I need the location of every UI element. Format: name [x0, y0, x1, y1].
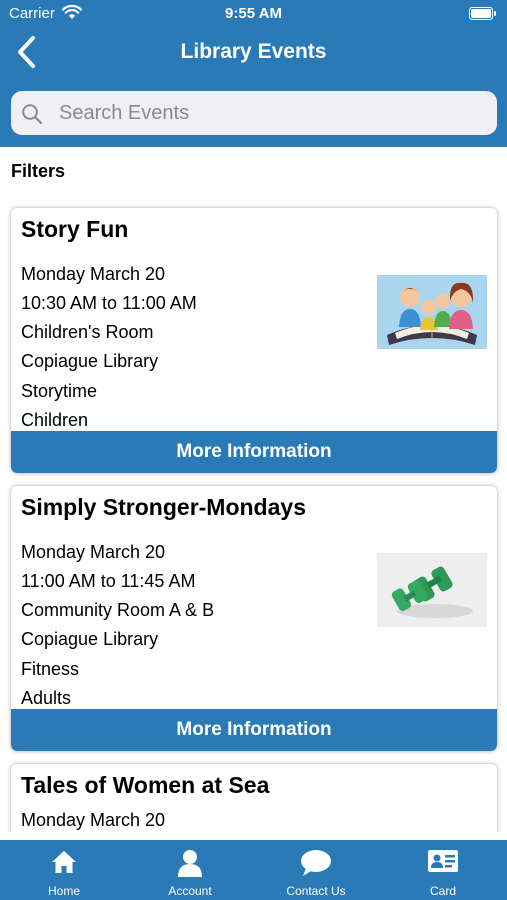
event-card: Story Fun Monday March 20 10:30 AM to 11…: [11, 208, 497, 473]
dumbbells-image: [377, 553, 487, 627]
tab-label: Account: [168, 884, 212, 898]
event-date: Monday March 20: [21, 264, 166, 284]
event-room: Children's Room: [21, 322, 154, 342]
tab-label: Contact Us: [286, 884, 346, 898]
filters-button[interactable]: Filters: [11, 161, 65, 182]
header-bar: Carrier 9:55 AM Library Events Search Ev…: [0, 0, 507, 147]
event-location: Copiague Library: [21, 351, 159, 371]
tab-label: Home: [47, 884, 80, 898]
tab-home[interactable]: Home: [1, 840, 127, 900]
event-audience: Children: [21, 410, 89, 430]
clock: 9:55 AM: [225, 5, 282, 22]
tab-card[interactable]: Card: [380, 840, 506, 900]
search-input[interactable]: Search Events: [11, 91, 497, 135]
tab-account[interactable]: Account: [127, 840, 253, 900]
event-card: Tales of Women at Sea Monday March 20: [11, 764, 497, 832]
home-icon: [52, 851, 76, 873]
id-card-icon: [428, 850, 458, 872]
battery-icon: [469, 7, 496, 20]
event-title: Simply Stronger-Mondays: [21, 494, 306, 520]
event-category: Fitness: [21, 659, 80, 679]
tab-label: Card: [429, 884, 456, 898]
event-date: Monday March 20: [21, 810, 166, 830]
event-title: Tales of Women at Sea: [21, 772, 270, 798]
search-placeholder: Search Events: [59, 102, 190, 124]
tab-contact-us[interactable]: Contact Us: [253, 840, 379, 900]
event-list[interactable]: Story Fun Monday March 20 10:30 AM to 11…: [0, 200, 507, 832]
event-date: Monday March 20: [21, 542, 166, 562]
event-time: 10:30 AM to 11:00 AM: [21, 293, 197, 313]
tab-bar: Home Account Contact Us Card: [0, 840, 507, 900]
event-room: Community Room A & B: [21, 600, 215, 620]
status-bar: Carrier 9:55 AM: [0, 0, 507, 28]
more-information-button[interactable]: More Information: [11, 709, 497, 751]
event-location: Copiague Library: [21, 629, 159, 649]
family-reading-image: [377, 275, 487, 349]
chat-bubble-icon: [301, 850, 331, 876]
event-time: 11:00 AM to 11:45 AM: [21, 571, 196, 591]
search-icon: [22, 104, 43, 125]
event-title: Story Fun: [21, 216, 129, 242]
more-information-button[interactable]: More Information: [11, 431, 497, 473]
event-audience: Adults: [21, 688, 72, 708]
event-category: Storytime: [21, 381, 98, 401]
page-title: Library Events: [180, 40, 327, 63]
event-card: Simply Stronger-Mondays Monday March 20 …: [11, 486, 497, 751]
person-icon: [178, 850, 202, 877]
